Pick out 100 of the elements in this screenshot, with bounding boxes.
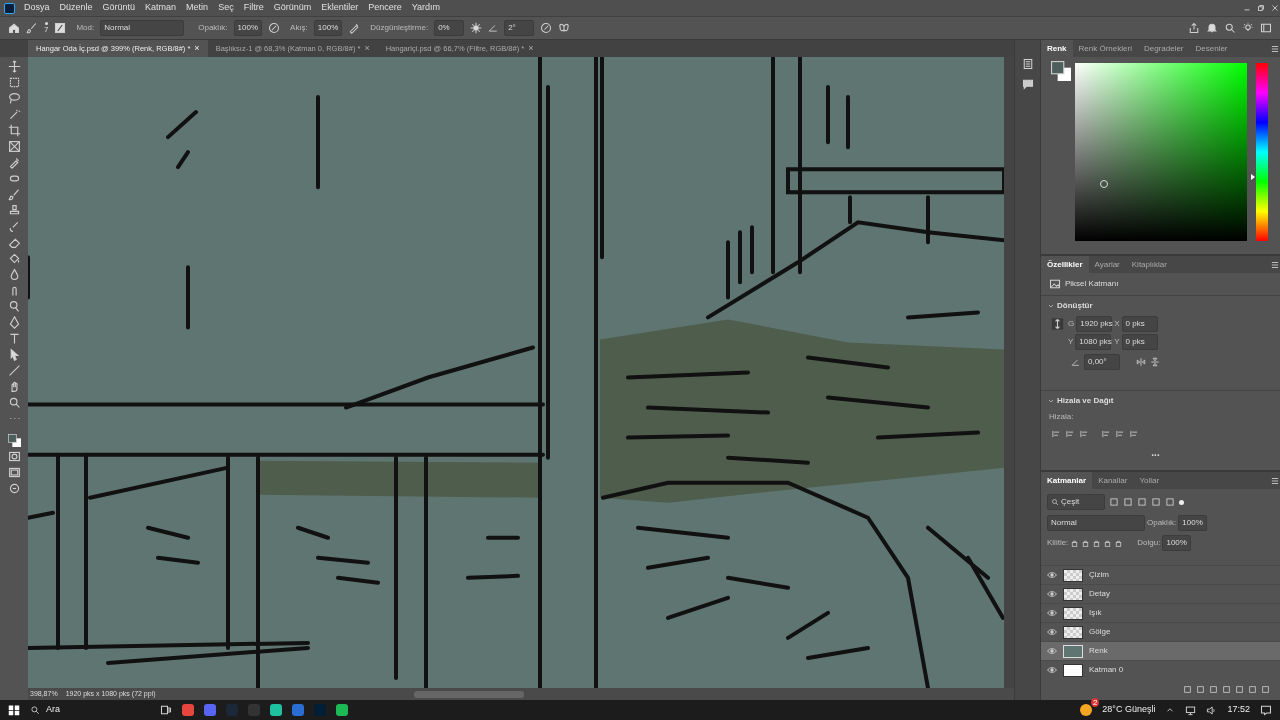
horizontal-scrollbar[interactable] bbox=[413, 690, 524, 698]
menu-item[interactable]: Metin bbox=[181, 1, 214, 15]
eyedropper-icon[interactable] bbox=[7, 156, 21, 169]
opacity-field[interactable]: 100% bbox=[1178, 515, 1207, 531]
lock-icon[interactable] bbox=[1114, 538, 1124, 548]
tab-close-button[interactable]: × bbox=[364, 41, 370, 56]
more-button[interactable]: ... bbox=[1031, 445, 1280, 460]
notification-icon[interactable] bbox=[1260, 704, 1272, 716]
search-icon[interactable] bbox=[1224, 22, 1236, 34]
line-icon[interactable] bbox=[7, 364, 21, 377]
app-icon[interactable] bbox=[292, 704, 304, 716]
airbrush-icon[interactable] bbox=[348, 22, 361, 34]
brush-settings-icon[interactable] bbox=[54, 22, 67, 34]
search-icon[interactable] bbox=[30, 705, 40, 715]
panel-menu-icon[interactable] bbox=[1270, 259, 1280, 270]
layer-row[interactable]: Renk bbox=[1041, 641, 1280, 660]
panel-tab[interactable]: Özellikler bbox=[1041, 256, 1089, 273]
panel-tab[interactable]: Kanallar bbox=[1092, 472, 1134, 489]
dodge-icon[interactable] bbox=[7, 300, 21, 313]
workspace-icon[interactable] bbox=[1260, 22, 1272, 34]
panel-tab[interactable]: Yollar bbox=[1133, 472, 1166, 489]
panel-menu-icon[interactable] bbox=[1270, 43, 1280, 54]
layer-row[interactable]: Işık bbox=[1041, 603, 1280, 622]
stamp-icon[interactable] bbox=[7, 204, 21, 217]
share-icon[interactable] bbox=[1188, 22, 1200, 34]
flip-horizontal-icon[interactable] bbox=[1136, 357, 1146, 367]
eye-icon[interactable] bbox=[1047, 646, 1057, 656]
quick-mask-icon[interactable] bbox=[7, 450, 21, 463]
angle-field[interactable]: 0,00° bbox=[1084, 354, 1120, 370]
healing-brush-icon[interactable] bbox=[7, 172, 21, 185]
network-icon[interactable] bbox=[1185, 704, 1197, 716]
task-view-icon[interactable] bbox=[160, 704, 172, 716]
close-icon[interactable] bbox=[1270, 3, 1280, 13]
menu-item[interactable]: Pencere bbox=[363, 1, 407, 15]
opacity-field[interactable]: 100% bbox=[233, 20, 263, 36]
filter-select[interactable]: Çeşit bbox=[1047, 494, 1105, 510]
pen-icon[interactable] bbox=[7, 316, 21, 329]
butterfly-icon[interactable] bbox=[558, 22, 571, 34]
menu-item[interactable]: Eklentiler bbox=[316, 1, 364, 15]
text-tool-icon[interactable] bbox=[7, 332, 21, 345]
crop-icon[interactable] bbox=[7, 124, 21, 137]
flow-field[interactable]: 100% bbox=[313, 20, 343, 36]
menu-item[interactable]: Seç bbox=[213, 1, 239, 15]
history-brush-icon[interactable] bbox=[7, 220, 21, 233]
mode-select[interactable]: Normal bbox=[100, 20, 185, 36]
vertical-scrollbar[interactable] bbox=[1004, 57, 1014, 688]
eye-icon[interactable] bbox=[1047, 570, 1057, 580]
panel-tab[interactable]: Renk bbox=[1041, 40, 1073, 57]
app-icon[interactable] bbox=[182, 704, 194, 716]
screen-mode-icon[interactable] bbox=[7, 466, 21, 479]
angle-field[interactable]: 2° bbox=[504, 20, 535, 36]
layer-row[interactable]: Çizim bbox=[1041, 565, 1280, 584]
color-field[interactable] bbox=[1075, 63, 1247, 241]
brush-dot-icon[interactable] bbox=[44, 22, 48, 25]
menu-item[interactable]: Katman bbox=[140, 1, 182, 15]
panel-menu-icon[interactable] bbox=[1270, 475, 1280, 486]
tab-close-button[interactable]: × bbox=[528, 41, 534, 56]
blend-mode-select[interactable]: Normal bbox=[1047, 515, 1145, 531]
hue-pointer[interactable] bbox=[1251, 173, 1255, 180]
app-icon[interactable] bbox=[270, 704, 282, 716]
angle-icon[interactable] bbox=[488, 23, 499, 33]
menu-item[interactable]: Düzenle bbox=[54, 1, 98, 15]
bell-icon[interactable] bbox=[1206, 22, 1218, 34]
menu-item[interactable]: Görünüm bbox=[268, 1, 317, 15]
panel-tab[interactable]: Renk Örnekleri bbox=[1072, 40, 1138, 57]
panel-tab[interactable]: Ayarlar bbox=[1088, 256, 1126, 273]
move-tool-icon[interactable] bbox=[7, 60, 21, 73]
bucket-icon[interactable] bbox=[7, 252, 21, 265]
magic-wand-icon[interactable] bbox=[7, 108, 21, 121]
search-box[interactable]: Ara bbox=[30, 703, 150, 717]
brush-preset-icon[interactable] bbox=[7, 482, 21, 495]
eye-icon[interactable] bbox=[1047, 589, 1057, 599]
layer-row[interactable]: Katman 0 bbox=[1041, 660, 1280, 679]
image-icon[interactable] bbox=[1049, 278, 1061, 290]
panel-tab[interactable]: Desenler bbox=[1189, 40, 1234, 57]
align-left-icon[interactable] bbox=[1051, 429, 1061, 439]
speaker-icon[interactable] bbox=[1206, 704, 1218, 716]
app-icon[interactable] bbox=[336, 704, 348, 716]
angle-icon[interactable] bbox=[1071, 357, 1080, 367]
gear-icon[interactable] bbox=[470, 22, 483, 34]
number-field[interactable]: 0 pks bbox=[1121, 316, 1158, 332]
number-field[interactable]: 1080 pks bbox=[1075, 334, 1112, 350]
fill-field[interactable]: 100% bbox=[1162, 535, 1191, 551]
restore-icon[interactable] bbox=[1256, 3, 1266, 13]
search-icon[interactable] bbox=[1051, 498, 1059, 506]
eye-icon[interactable] bbox=[1047, 608, 1057, 618]
pressure-size-icon[interactable] bbox=[540, 22, 553, 34]
menu-item[interactable]: Yardım bbox=[406, 1, 446, 15]
chevron-icon[interactable] bbox=[1047, 302, 1055, 310]
app-icon[interactable] bbox=[204, 704, 216, 716]
eye-icon[interactable] bbox=[1047, 665, 1057, 675]
panel-tab[interactable]: Degradeler bbox=[1137, 40, 1190, 57]
windows-logo-icon[interactable] bbox=[8, 704, 20, 716]
menu-item[interactable]: Filtre bbox=[238, 1, 269, 15]
lasso-icon[interactable] bbox=[7, 92, 21, 105]
eye-icon[interactable] bbox=[1047, 627, 1057, 637]
lightbulb-icon[interactable] bbox=[1242, 22, 1254, 34]
home-icon[interactable] bbox=[8, 22, 20, 34]
zoom-icon[interactable] bbox=[7, 396, 21, 409]
number-field[interactable]: 0 pks bbox=[1121, 334, 1158, 350]
